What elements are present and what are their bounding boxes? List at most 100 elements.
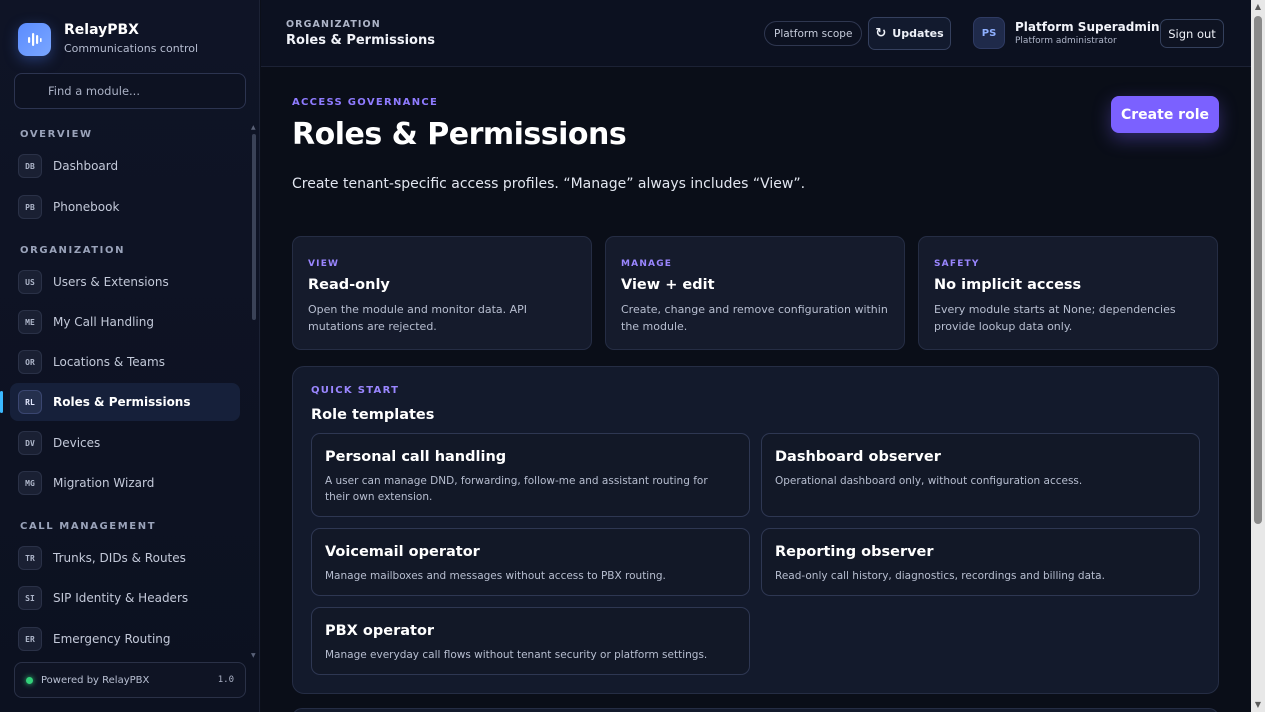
version-label: 1.0 (217, 675, 234, 685)
nav-section-call-management: CALL MANAGEMENT (20, 521, 157, 532)
template-description: A user can manage DND, forwarding, follo… (325, 475, 708, 503)
sidebar-item-migration-wizard[interactable]: MG Migration Wizard (10, 464, 240, 502)
sidebar-item-label: Phonebook (53, 200, 120, 214)
sidebar-scroll-thumb[interactable] (252, 134, 256, 320)
sidebar-item-trunks-dids-routes[interactable]: TR Trunks, DIDs & Routes (10, 539, 240, 577)
template-personal-call-handling[interactable]: Personal call handling A user can manage… (311, 433, 750, 517)
sidebar-item-label: Emergency Routing (53, 632, 171, 646)
page-title: Roles & Permissions (292, 117, 627, 152)
sidebar-item-my-call-handling[interactable]: ME My Call Handling (10, 303, 240, 341)
updates-button[interactable]: ↻ Updates (868, 17, 951, 50)
avatar[interactable]: PS (973, 17, 1005, 49)
module-search[interactable] (14, 73, 246, 109)
nav-section-organization: ORGANIZATION (20, 245, 126, 256)
template-title: Personal call handling (325, 449, 507, 465)
sidebar-item-phonebook[interactable]: PB Phonebook (10, 188, 240, 226)
locations-icon: OR (18, 350, 42, 374)
template-description: Read-only call history, diagnostics, rec… (775, 570, 1105, 582)
page-description: Create tenant-specific access profiles. … (292, 176, 806, 192)
sidebar-item-label: SIP Identity & Headers (53, 591, 189, 605)
sidebar-item-label: Trunks, DIDs & Routes (53, 551, 186, 565)
template-title: Voicemail operator (325, 544, 480, 560)
call-handling-icon: ME (18, 310, 42, 334)
quick-start-panel: QUICK START Role templates Personal call… (292, 366, 1219, 694)
sidebar: RelayPBX Communications control OVERVIEW… (0, 0, 260, 712)
sidebar-item-label: Migration Wizard (53, 476, 155, 490)
page-content: ACCESS GOVERNANCE Roles & Permissions Cr… (261, 68, 1251, 712)
phonebook-icon: PB (18, 195, 42, 219)
user-name: Platform Superadmin (1015, 20, 1160, 34)
info-card-safety: SAFETY No implicit access Every module s… (918, 236, 1218, 350)
sidebar-item-dashboard[interactable]: DB Dashboard (10, 147, 240, 185)
sidebar-item-label: Users & Extensions (53, 275, 169, 289)
trunks-icon: TR (18, 546, 42, 570)
sidebar-item-label: Roles & Permissions (53, 395, 191, 409)
platform-scope-chip: Platform scope (764, 21, 863, 46)
user-role: Platform administrator (1015, 36, 1117, 46)
sidebar-item-label: Locations & Teams (53, 355, 165, 369)
scroll-down-icon[interactable]: ▼ (1253, 700, 1263, 709)
sidebar-item-roles-permissions[interactable]: RL Roles & Permissions (0, 383, 240, 421)
create-role-button[interactable]: Create role (1111, 96, 1219, 133)
info-card-title: View + edit (621, 277, 715, 293)
info-card-eyebrow: SAFETY (934, 259, 980, 269)
sidebar-item-label: Devices (53, 436, 101, 450)
active-indicator (0, 391, 3, 413)
refresh-icon: ↻ (875, 26, 887, 41)
brand[interactable]: RelayPBX Communications control (18, 21, 198, 57)
template-title: Dashboard observer (775, 449, 941, 465)
sidebar-item-locations-teams[interactable]: OR Locations & Teams (10, 343, 240, 381)
info-card-title: Read-only (308, 277, 390, 293)
sidebar-item-label: My Call Handling (53, 315, 154, 329)
template-title: PBX operator (325, 623, 435, 639)
next-section-edge (292, 708, 1219, 712)
powered-by-text: Powered by RelayPBX (41, 674, 150, 686)
template-pbx-operator[interactable]: PBX operator Manage everyday call flows … (311, 607, 750, 675)
sidebar-scroll-down-icon[interactable]: ▼ (251, 652, 256, 659)
main-area: ORGANIZATION Roles & Permissions Platfor… (261, 0, 1251, 712)
sign-out-button[interactable]: Sign out (1160, 19, 1224, 48)
template-voicemail-operator[interactable]: Voicemail operator Manage mailboxes and … (311, 528, 750, 596)
info-card-description: Every module starts at None; dependencie… (934, 303, 1176, 333)
scroll-up-icon[interactable]: ▲ (1253, 2, 1263, 11)
info-card-view: VIEW Read-only Open the module and monit… (292, 236, 592, 350)
sidebar-nav: OVERVIEW DB Dashboard PB Phonebook ORGAN… (0, 118, 260, 658)
brand-subtitle: Communications control (64, 42, 199, 55)
info-card-eyebrow: MANAGE (621, 259, 673, 269)
window-scroll-thumb[interactable] (1254, 16, 1262, 524)
sip-icon: SI (18, 586, 42, 610)
devices-icon: DV (18, 431, 42, 455)
sidebar-item-label: Dashboard (53, 159, 119, 173)
sidebar-item-users-extensions[interactable]: US Users & Extensions (10, 263, 240, 301)
sidebar-item-devices[interactable]: DV Devices (10, 424, 240, 462)
app-shell: RelayPBX Communications control OVERVIEW… (0, 0, 1265, 712)
users-icon: US (18, 270, 42, 294)
info-card-description: Create, change and remove configuration … (621, 303, 888, 333)
info-card-manage: MANAGE View + edit Create, change and re… (605, 236, 905, 350)
info-card-title: No implicit access (934, 277, 1082, 293)
relaypbx-logo-icon (18, 22, 51, 56)
template-dashboard-observer[interactable]: Dashboard observer Operational dashboard… (761, 433, 1200, 517)
info-card-description: Open the module and monitor data. API mu… (308, 303, 528, 333)
breadcrumb-section: ORGANIZATION (286, 19, 381, 30)
topbar: ORGANIZATION Roles & Permissions Platfor… (261, 0, 1251, 67)
quick-start-title: Role templates (311, 407, 435, 423)
brand-name: RelayPBX (64, 22, 139, 38)
powered-by-footer: Powered by RelayPBX 1.0 (14, 662, 246, 698)
sidebar-item-sip-identity-headers[interactable]: SI SIP Identity & Headers (10, 579, 240, 617)
emergency-icon: ER (18, 627, 42, 651)
sidebar-scrollbar[interactable] (252, 126, 256, 656)
roles-icon: RL (18, 390, 42, 414)
template-description: Manage mailboxes and messages without ac… (325, 570, 666, 582)
breadcrumb-title: Roles & Permissions (286, 33, 435, 48)
template-reporting-observer[interactable]: Reporting observer Read-only call histor… (761, 528, 1200, 596)
module-search-input[interactable] (48, 84, 238, 98)
updates-label: Updates (892, 27, 944, 40)
nav-section-overview: OVERVIEW (20, 129, 93, 140)
migration-icon: MG (18, 471, 42, 495)
status-online-icon (26, 676, 33, 684)
window-scrollbar[interactable]: ▲ ▼ (1251, 0, 1265, 712)
quick-start-eyebrow: QUICK START (311, 385, 400, 396)
sidebar-item-emergency-routing[interactable]: ER Emergency Routing (10, 620, 240, 658)
template-title: Reporting observer (775, 544, 934, 560)
